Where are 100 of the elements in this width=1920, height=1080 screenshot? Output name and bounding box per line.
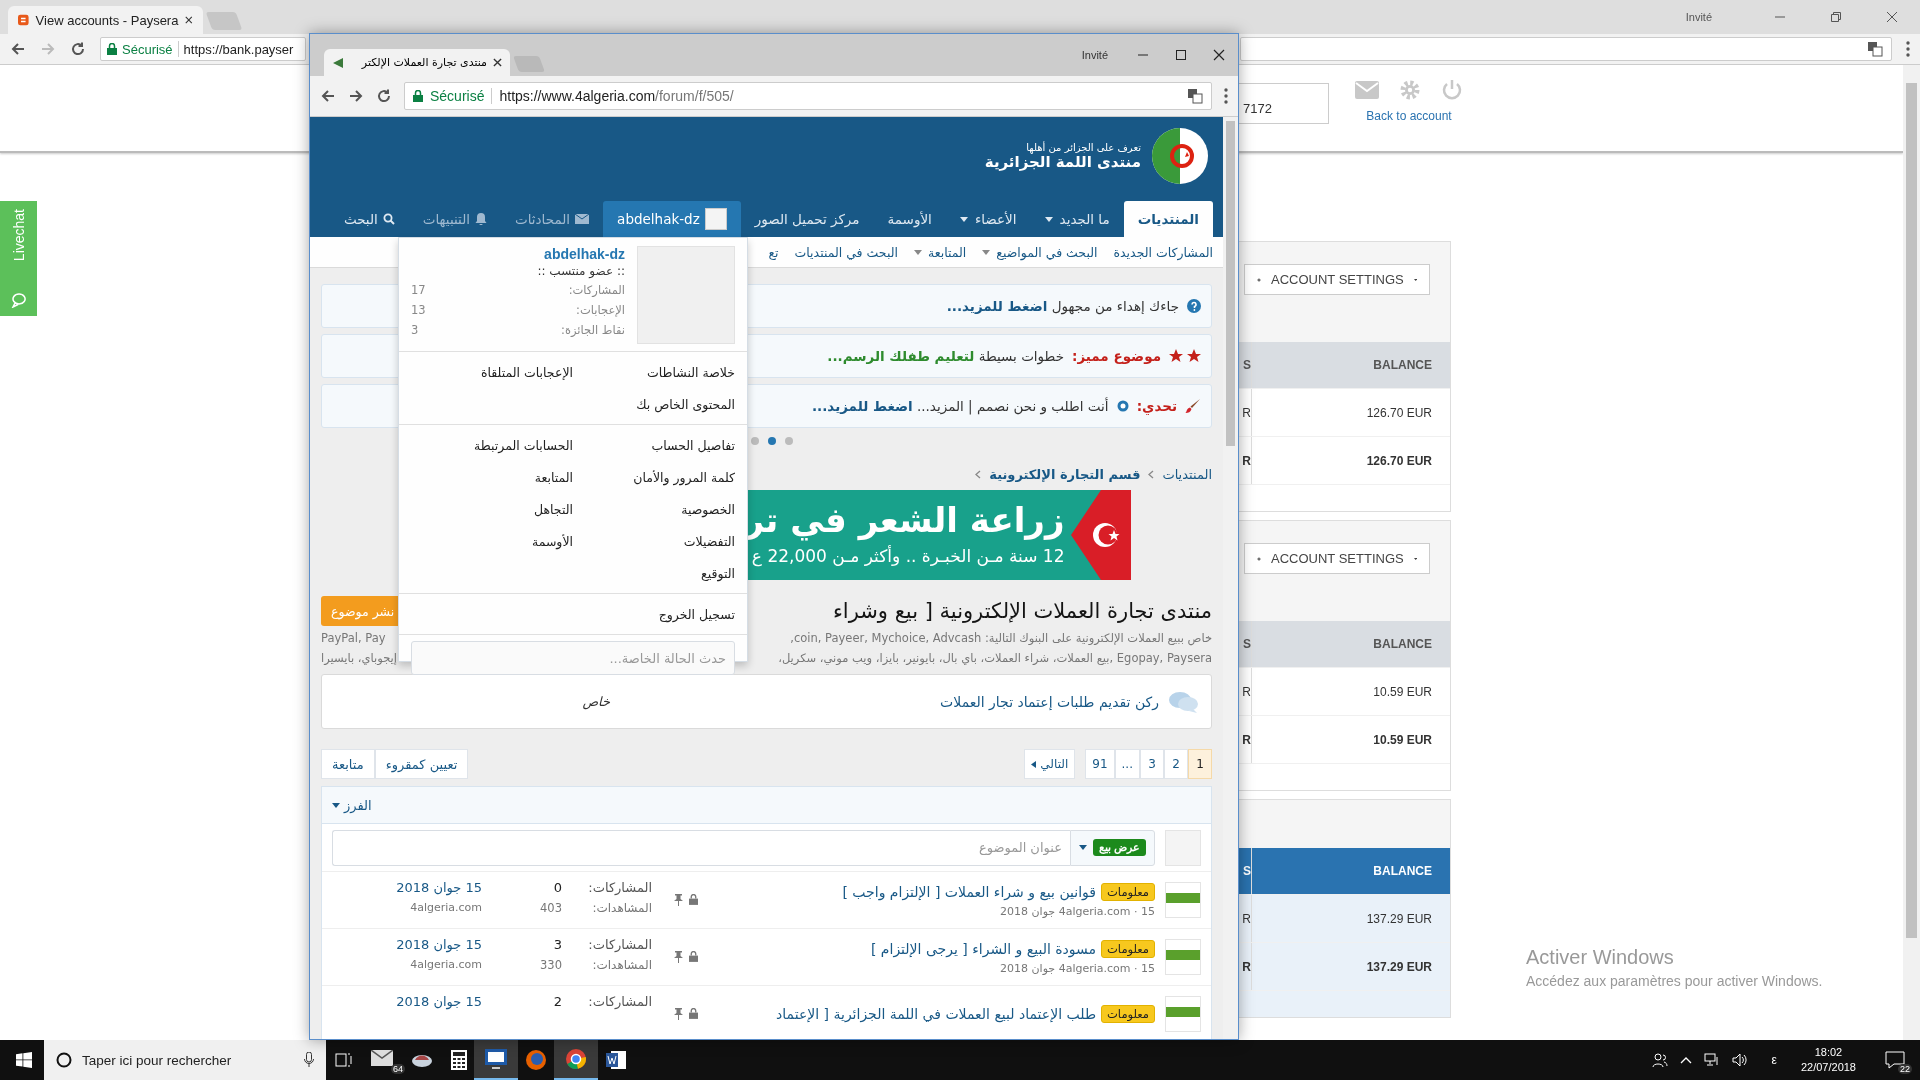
nav-tab[interactable]: الأوسمة	[873, 201, 946, 237]
word-icon[interactable]	[605, 1050, 627, 1070]
taskbar-app-button[interactable]	[554, 1040, 598, 1080]
menu-item[interactable]: الأوسمة	[411, 525, 573, 557]
breadcrumb-link[interactable]: قسم التجارة الإلكترونية	[989, 466, 1141, 482]
reload-icon[interactable]	[70, 41, 86, 57]
volume-icon[interactable]	[1731, 1053, 1748, 1067]
windows-start-icon[interactable]	[16, 1052, 32, 1068]
thread-title-link[interactable]: قوانين بيع و شراء العملات [ الإلتزام واجب ]	[842, 883, 1097, 900]
close-icon[interactable]	[1886, 11, 1898, 23]
clock[interactable]: 18:02 22/07/2018	[1800, 1045, 1856, 1075]
question-icon	[1187, 299, 1201, 313]
user-rank: :: عضو منتسب ::	[536, 264, 625, 278]
sub-nav-link[interactable]: البحث في المنتديات	[794, 244, 898, 260]
last-post-date[interactable]: 15 جوان 2018	[332, 937, 482, 952]
close-icon[interactable]	[1213, 49, 1225, 61]
status-field[interactable]: حدث الحالة الخاصة...	[411, 641, 735, 675]
page-link[interactable]: 3	[1140, 749, 1164, 779]
translate-icon[interactable]	[1867, 41, 1883, 57]
menu-item[interactable]: كلمة المرور والأمان	[573, 461, 735, 493]
thread-title-field[interactable]: عنوان الموضوع	[332, 829, 1070, 866]
profile-label[interactable]: Invité	[1081, 49, 1108, 61]
browser-tab[interactable]: منتدى تجارة العملات الإلكتر	[324, 49, 510, 76]
back-to-account-link[interactable]: Back to account	[1366, 109, 1452, 123]
back-icon[interactable]	[320, 88, 336, 104]
action-button[interactable]: متابعة	[321, 749, 375, 779]
account-settings-button[interactable]: ACCOUNT SETTINGS	[1244, 543, 1430, 574]
menu-item[interactable]: المحتوى الخاص بك	[573, 388, 735, 420]
thread-meta: 4algeria.com · 15 جوان 2018	[999, 904, 1155, 918]
nav-tab[interactable]: المنتديات	[1123, 201, 1213, 237]
sub-nav-link[interactable]: المشاركات الجديدة	[1113, 244, 1213, 260]
scrollbar[interactable]	[1223, 117, 1238, 1039]
browser-tab[interactable]: View accounts - Paysera	[8, 6, 203, 34]
nav-tab[interactable]: الأعضاء	[945, 201, 1031, 237]
network-icon[interactable]	[1703, 1053, 1720, 1067]
reload-icon[interactable]	[376, 88, 392, 104]
taskbar-app-button[interactable]	[474, 1040, 518, 1080]
translate-icon[interactable]	[1187, 88, 1203, 104]
carousel-dot[interactable]	[750, 437, 759, 445]
stars-icon	[1169, 349, 1201, 363]
close-icon[interactable]	[493, 58, 502, 67]
account-settings-button[interactable]: ACCOUNT SETTINGS	[1244, 264, 1430, 295]
microphone-icon[interactable]	[304, 1052, 314, 1068]
menu-item[interactable]: الخصوصية	[573, 493, 735, 525]
menu-item[interactable]: خلاصة النشاطات	[573, 356, 735, 388]
menu-icon[interactable]	[1906, 41, 1910, 57]
forward-icon[interactable]	[348, 88, 364, 104]
address-bar[interactable]: Sécurisé https://bank.payser	[100, 37, 306, 61]
nav-tab[interactable]: ما الجديد	[1030, 201, 1124, 237]
chevron-up-icon[interactable]	[1679, 1056, 1692, 1064]
menu-item[interactable]: المتابعة	[411, 461, 573, 493]
thread-title-link[interactable]: مسودة البيع و الشراء [ يرجى الإلتزام ]	[870, 940, 1097, 957]
speech-bubbles-icon	[1169, 690, 1199, 713]
menu-icon[interactable]	[1224, 88, 1228, 104]
user-tab[interactable]: abdelhak-dz	[603, 201, 741, 237]
username-link[interactable]: abdelhak-dz	[411, 246, 625, 262]
nav-tab[interactable]: مركز تحميل الصور	[740, 201, 874, 237]
input-language[interactable]: ε	[1771, 1053, 1777, 1067]
menu-item[interactable]: تسجيل الخروج	[573, 598, 735, 630]
carousel-dot[interactable]	[767, 437, 776, 445]
menu-item[interactable]: التفضيلات	[573, 525, 735, 557]
sort-dropdown[interactable]: الفرز	[332, 797, 372, 813]
close-icon[interactable]	[185, 15, 193, 25]
maximize-icon[interactable]	[1175, 49, 1187, 61]
back-icon[interactable]	[10, 41, 26, 57]
breadcrumb-link[interactable]: المنتديات	[1162, 466, 1212, 482]
bell-icon	[475, 213, 487, 225]
sub-nav-link[interactable]: المتابعة	[913, 244, 967, 260]
task-view-icon[interactable]	[335, 1052, 353, 1068]
taskbar-search-field[interactable]: Taper ici pour rechercher	[44, 1040, 326, 1080]
sub-nav-link[interactable]: تع	[768, 244, 779, 260]
mail-app-icon[interactable]	[371, 1050, 393, 1066]
page-link[interactable]: ...	[1114, 749, 1140, 779]
carousel-dot[interactable]	[784, 437, 793, 445]
menu-item[interactable]: الإعجابات المتلقاة	[411, 356, 573, 388]
scrollbar[interactable]	[1903, 65, 1920, 1040]
thread-title-link[interactable]: طلب الإعتماد لبيع العملات في اللمة الجزائرية [ الإعتماد	[776, 1006, 1097, 1022]
calculator-icon[interactable]	[451, 1050, 467, 1070]
action-button[interactable]: تعيين كمقروء	[374, 749, 469, 779]
firefox-icon[interactable]	[525, 1049, 547, 1071]
forum-description: PayPal, Pay	[321, 631, 386, 645]
last-post-date[interactable]: 15 جوان 2018	[332, 994, 482, 1009]
prefix-dropdown[interactable]: عرض بيع	[1069, 829, 1155, 866]
page-link[interactable]: 91	[1085, 749, 1115, 779]
sub-nav-link[interactable]: البحث في المواضيع	[982, 244, 1098, 260]
next-page-link[interactable]: التالي	[1024, 749, 1076, 779]
balance-cell-text: 10.59 EUR	[1372, 684, 1433, 699]
conversations-tab[interactable]: المحادثات	[501, 201, 604, 237]
page-link[interactable]: 1	[1188, 749, 1212, 779]
restore-icon[interactable]	[1830, 11, 1842, 23]
profile-label[interactable]: Invité	[1685, 11, 1712, 23]
alerts-tab[interactable]: التنبيهات	[408, 201, 501, 237]
search-tab[interactable]: البحث	[329, 201, 409, 237]
people-icon[interactable]	[1651, 1052, 1668, 1068]
menu-item[interactable]: التجاهل	[411, 493, 573, 525]
page-link[interactable]: 2	[1164, 749, 1188, 779]
last-post-date[interactable]: 15 جوان 2018	[332, 880, 482, 895]
address-bar[interactable]: Sécurisé https://www.4algeria.com/forum/f/505/	[404, 82, 1212, 110]
menu-item[interactable]: الحسابات المرتبطة	[411, 429, 573, 461]
menu-item[interactable]: تفاصيل الحساب	[573, 429, 735, 461]
